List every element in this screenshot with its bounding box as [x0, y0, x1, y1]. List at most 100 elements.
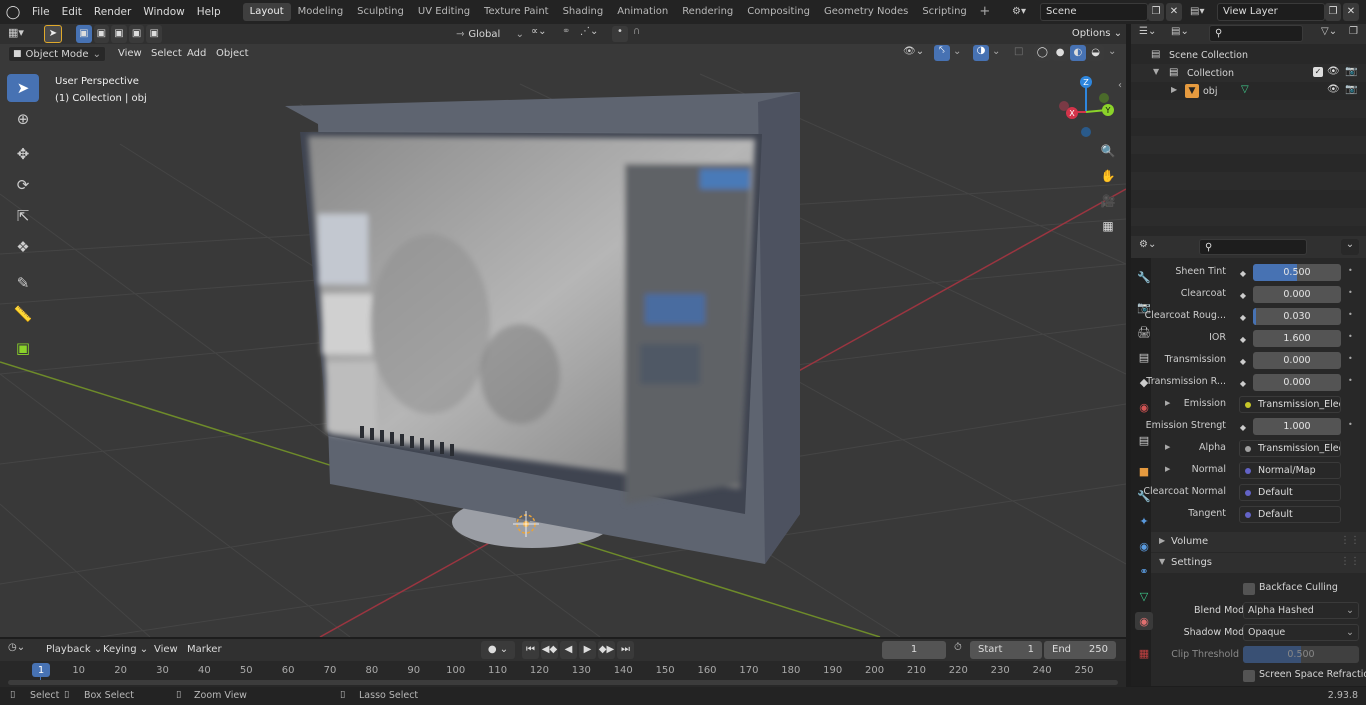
- keyframe-dot-icon[interactable]: •: [1348, 377, 1354, 385]
- keyframe-dot-icon[interactable]: •: [1348, 267, 1354, 275]
- menu-window[interactable]: Window: [137, 0, 190, 24]
- property-slider[interactable]: 0.030: [1253, 308, 1341, 325]
- property-slider[interactable]: 0.000: [1253, 286, 1341, 303]
- stopwatch-icon[interactable]: ⏱: [954, 642, 962, 653]
- timeline-menu-view[interactable]: View: [148, 639, 184, 661]
- tab-geometry-nodes[interactable]: Geometry Nodes: [817, 3, 915, 21]
- keyframe-dot-icon[interactable]: •: [1348, 421, 1354, 429]
- keyframe-dot-icon[interactable]: •: [1348, 355, 1354, 363]
- rotate-icon[interactable]: ⟳: [7, 171, 39, 199]
- eye-icon[interactable]: 👁: [1327, 84, 1340, 95]
- tab-rendering[interactable]: Rendering: [675, 3, 740, 21]
- material-shading-icon[interactable]: ◐: [1069, 45, 1087, 61]
- end-frame-field[interactable]: End 250: [1044, 641, 1116, 659]
- viewport-menu-add[interactable]: Add: [181, 44, 212, 64]
- overlay-toggle-icon[interactable]: ◑: [973, 45, 989, 61]
- zoom-view-icon[interactable]: 🔍: [1097, 140, 1119, 162]
- play-reverse-icon[interactable]: ◀: [560, 641, 577, 659]
- prev-keyframe-icon[interactable]: ◀◆: [541, 641, 558, 659]
- tab-sculpting[interactable]: Sculpting: [350, 3, 411, 21]
- select-invert-icon[interactable]: ▣: [128, 25, 145, 43]
- property-link-field[interactable]: Transmission_Electr...: [1239, 440, 1341, 457]
- property-slider[interactable]: 1.600: [1253, 330, 1341, 347]
- menu-render[interactable]: Render: [88, 0, 137, 24]
- expand-icon[interactable]: ▼: [1153, 67, 1159, 76]
- select-extend-icon[interactable]: ▣: [93, 25, 110, 43]
- 3d-viewport[interactable]: Z Y X User Perspective (1) Collection | …: [0, 44, 1126, 637]
- tab-compositing[interactable]: Compositing: [740, 3, 817, 21]
- mesh-data-icon[interactable]: ▽: [1241, 84, 1249, 95]
- orientation-dropdown[interactable]: ⇾ Global ⌄: [456, 26, 524, 42]
- properties-editor-icon[interactable]: ⚙⌄: [1139, 239, 1156, 250]
- new-view-layer-icon[interactable]: ❐: [1325, 3, 1341, 21]
- blend-mode-dropdown[interactable]: Alpha Hashed ⌄: [1243, 602, 1359, 619]
- new-collection-icon[interactable]: ❐: [1349, 26, 1358, 37]
- timeline-scrollbar[interactable]: [8, 680, 1118, 685]
- keyframe-dot-icon[interactable]: •: [1348, 311, 1354, 319]
- move-icon[interactable]: ✥: [7, 140, 39, 168]
- viewport-menu-view[interactable]: View: [112, 44, 148, 64]
- timeline[interactable]: 1 10 20 30 40 50 60 70 80 90 100 110 120 130 140 150 160…: [0, 661, 1126, 687]
- tab-texture-paint[interactable]: Texture Paint: [477, 3, 556, 21]
- expand-arrow-icon[interactable]: ▶: [1165, 443, 1170, 451]
- jump-end-icon[interactable]: ⏭: [617, 641, 634, 659]
- select-subtract-icon[interactable]: ▣: [111, 25, 127, 43]
- rendered-shading-icon[interactable]: ◒: [1087, 45, 1104, 61]
- shadow-mode-dropdown[interactable]: Opaque ⌄: [1243, 624, 1359, 641]
- socket-link-icon[interactable]: ◆: [1235, 375, 1251, 391]
- property-link-field[interactable]: Default: [1239, 506, 1341, 523]
- exclude-checkbox[interactable]: ✓: [1313, 67, 1323, 77]
- volume-panel-header[interactable]: ▶ Volume ⋮⋮: [1151, 532, 1366, 552]
- overlay-dropdown-icon[interactable]: ⌄: [992, 46, 1000, 57]
- wireframe-shading-icon[interactable]: ◯: [1034, 45, 1051, 61]
- xray-icon[interactable]: □: [1014, 46, 1023, 57]
- camera-render-icon[interactable]: 📷: [1345, 66, 1357, 77]
- property-link-field[interactable]: Transmission_Electr...: [1239, 396, 1341, 413]
- socket-link-icon[interactable]: ◆: [1235, 331, 1251, 347]
- view-layer-selector[interactable]: View Layer: [1217, 3, 1325, 21]
- screen-space-refraction-checkbox[interactable]: Screen Space Refraction: [1243, 668, 1366, 684]
- snap-icon[interactable]: ⚭: [562, 26, 570, 37]
- current-frame-field[interactable]: 1: [882, 641, 946, 659]
- tab-animation[interactable]: Animation: [610, 3, 675, 21]
- annotate-icon[interactable]: ✎: [7, 269, 39, 297]
- scale-icon[interactable]: ⇱: [7, 202, 39, 230]
- select-box-icon[interactable]: ➤: [7, 74, 39, 102]
- outliner-search-input[interactable]: ⚲: [1209, 25, 1303, 42]
- select-tool-icon[interactable]: ➤: [44, 25, 62, 43]
- auto-keying-toggle[interactable]: ● ⌄: [481, 641, 515, 659]
- property-slider[interactable]: 0.000: [1253, 374, 1341, 391]
- tab-modeling[interactable]: Modeling: [291, 3, 351, 21]
- backface-culling-checkbox[interactable]: Backface Culling: [1243, 581, 1363, 597]
- drag-handle-icon[interactable]: ⋮⋮: [1340, 535, 1360, 546]
- settings-panel-header[interactable]: ▼ Settings ⋮⋮: [1151, 553, 1366, 573]
- delete-view-layer-icon[interactable]: ✕: [1343, 3, 1359, 21]
- outliner-row-scene-collection[interactable]: ▤ Scene Collection: [1131, 46, 1366, 64]
- measure-icon[interactable]: 📏: [7, 300, 39, 328]
- falloff-icon[interactable]: ∩: [633, 26, 640, 37]
- transform-icon[interactable]: ❖: [7, 233, 39, 261]
- pan-view-icon[interactable]: ✋: [1097, 165, 1119, 187]
- outliner-row-collection[interactable]: ▼ ▤ Collection ✓ 👁 📷: [1131, 64, 1366, 82]
- tab-uv-editing[interactable]: UV Editing: [411, 3, 477, 21]
- proportional-edit-icon[interactable]: •: [612, 26, 628, 42]
- snap-target-icon[interactable]: ⋰⌄: [580, 26, 598, 37]
- drag-handle-icon[interactable]: ⋮⋮: [1340, 556, 1360, 567]
- keyframe-dot-icon[interactable]: •: [1348, 289, 1354, 297]
- eye-icon[interactable]: 👁: [1327, 66, 1340, 77]
- socket-link-icon[interactable]: ◆: [1235, 265, 1251, 281]
- jump-start-icon[interactable]: ⏮: [522, 641, 539, 659]
- timeline-menu-keying[interactable]: Keying ⌄: [97, 639, 154, 661]
- socket-link-icon[interactable]: ◆: [1235, 309, 1251, 325]
- new-scene-icon[interactable]: ❐: [1148, 3, 1164, 21]
- socket-link-icon[interactable]: ◆: [1235, 419, 1251, 435]
- plus-icon[interactable]: +: [976, 3, 994, 21]
- gizmo-toggle-icon[interactable]: ⤣: [934, 45, 950, 61]
- scene-icon[interactable]: ⚙▾: [1012, 3, 1038, 21]
- mode-dropdown[interactable]: ■ Object Mode ⌄: [8, 46, 106, 62]
- property-slider[interactable]: 1.000: [1253, 418, 1341, 435]
- start-frame-field[interactable]: Start 1: [970, 641, 1042, 659]
- socket-link-icon[interactable]: ◆: [1235, 287, 1251, 303]
- sidebar-toggle-icon[interactable]: ‹: [1118, 80, 1122, 91]
- display-mode-icon[interactable]: ▤⌄: [1171, 26, 1189, 37]
